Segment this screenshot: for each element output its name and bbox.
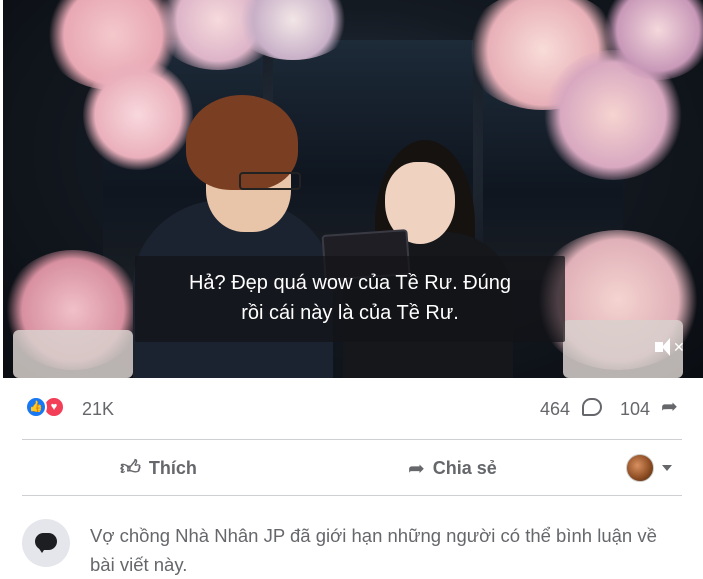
glasses (239, 172, 301, 190)
comment-count[interactable]: 464 (540, 399, 570, 420)
share-icon[interactable]: ➦ (661, 397, 678, 417)
comment-bubble-tail (38, 547, 46, 553)
like-label: Thích (148, 457, 197, 478)
post-stats: 👍 ♥ 21K 464 104 ➦ (0, 378, 703, 440)
notice-icon-circle (22, 519, 70, 567)
profile-selector[interactable] (626, 454, 672, 482)
speaker-muted-icon: ✕ (655, 338, 685, 356)
flower-decoration (83, 60, 193, 170)
like-icon: 👍 (25, 396, 47, 418)
like-button[interactable]: 👍︎ Thích (120, 450, 197, 486)
caption-line-2: rồi cái này là của Tề Rư. (241, 302, 459, 324)
share-count[interactable]: 104 (620, 399, 650, 420)
comment-icon[interactable] (582, 398, 602, 416)
video-player[interactable]: Hả? Đẹp quá wow của Tề Rư. Đúng rồi cái … (3, 0, 703, 378)
thumbs-up-icon: 👍︎ (120, 457, 141, 479)
mute-button[interactable]: ✕ (655, 338, 685, 356)
notice-text: Vợ chồng Nhà Nhân JP đã giới hạn những n… (90, 525, 657, 575)
avatar (626, 454, 654, 482)
flower-bouquet-wrap (13, 330, 133, 378)
share-button[interactable]: ➦ Chia sẻ (408, 450, 497, 486)
comment-restriction-notice: Vợ chồng Nhà Nhân JP đã giới hạn những n… (0, 505, 703, 575)
video-caption: Hả? Đẹp quá wow của Tề Rư. Đúng rồi cái … (135, 256, 565, 342)
divider (22, 495, 682, 496)
post-actions: 👍︎ Thích ➦ Chia sẻ (0, 440, 703, 495)
caption-line-1: Hả? Đẹp quá wow của Tề Rư. Đúng (188, 272, 512, 294)
share-arrow-icon: ➦ (408, 457, 425, 480)
share-label: Chia sẻ (432, 457, 497, 478)
chevron-down-icon (662, 465, 672, 471)
reaction-count[interactable]: 21K (82, 399, 114, 420)
